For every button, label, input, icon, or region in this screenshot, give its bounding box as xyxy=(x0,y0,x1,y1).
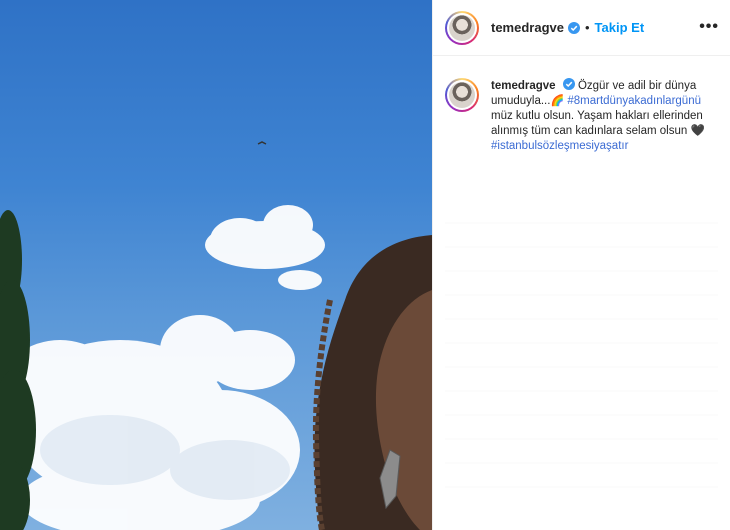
instagram-post: temedragve • Takip Et ••• temedragve Özg… xyxy=(0,0,730,530)
verified-badge-icon xyxy=(562,78,575,90)
hashtag-link[interactable]: #8martdünyakadınlargünü xyxy=(567,95,701,107)
caption-username[interactable]: temedragve xyxy=(491,80,556,92)
heart-emoji-icon: 🖤 xyxy=(690,125,705,137)
header-separator: • xyxy=(584,20,590,35)
post-header: temedragve • Takip Et ••• xyxy=(433,0,730,56)
sky-photo-illustration xyxy=(0,141,432,530)
post-photo[interactable] xyxy=(0,0,432,530)
profile-avatar[interactable] xyxy=(445,10,479,45)
hashtag-link[interactable]: #istanbulsözleşmesiyaşatır xyxy=(491,140,628,152)
caption-text-2: müz kutlu olsun. Yaşam hakları ellerinde… xyxy=(491,110,703,137)
comments-area xyxy=(445,200,718,510)
caption-text: temedragve Özgür ve adil bir dünya umudu… xyxy=(491,78,723,154)
verified-badge-icon xyxy=(567,21,580,34)
follow-button[interactable]: Takip Et xyxy=(595,20,645,35)
caption-avatar[interactable] xyxy=(445,78,479,112)
more-options-icon[interactable]: ••• xyxy=(699,18,719,36)
rainbow-emoji-icon: 🌈 xyxy=(550,95,565,107)
post-side-panel: temedragve • Takip Et ••• temedragve Özg… xyxy=(432,0,730,530)
post-caption: temedragve Özgür ve adil bir dünya umudu… xyxy=(445,78,725,154)
header-username[interactable]: temedragve xyxy=(491,20,564,35)
